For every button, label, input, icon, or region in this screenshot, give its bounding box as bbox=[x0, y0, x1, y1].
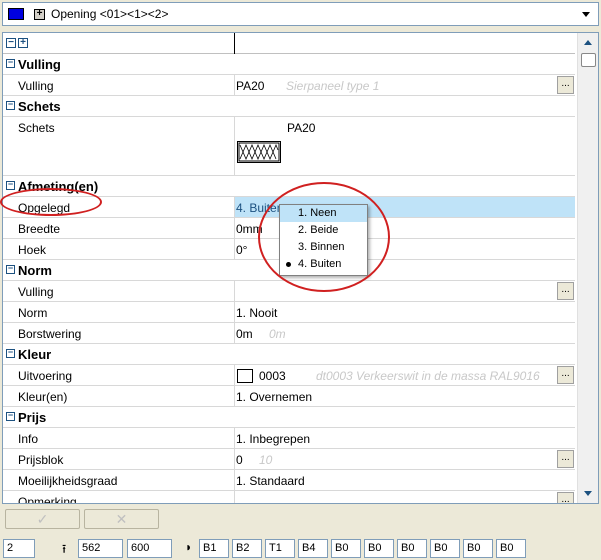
collapse-icon[interactable]: − bbox=[6, 100, 15, 110]
category-vulling[interactable]: − Vulling bbox=[3, 54, 575, 75]
width-field[interactable]: 600 bbox=[127, 539, 172, 558]
ok-button[interactable]: ✓ bbox=[5, 509, 80, 529]
row-hint: 0m bbox=[269, 327, 286, 341]
height-icon: ⭱ bbox=[62, 542, 67, 556]
row-opmerking[interactable]: Opmerking ... bbox=[3, 491, 575, 504]
chevron-down-icon[interactable] bbox=[582, 12, 590, 17]
scroll-down-icon[interactable] bbox=[584, 491, 592, 496]
status-code[interactable]: B4 bbox=[298, 539, 328, 558]
status-field-1[interactable]: 2 bbox=[3, 539, 35, 558]
column-splitter[interactable] bbox=[234, 33, 235, 54]
expand-all-icon[interactable]: + bbox=[18, 38, 28, 48]
row-value[interactable]: 1. Overnemen bbox=[236, 390, 312, 404]
row-uitvoering[interactable]: Uitvoering 0003 dt0003 Verkeerswit in de… bbox=[3, 365, 575, 386]
browse-button[interactable]: ... bbox=[557, 492, 574, 503]
row-borstwering[interactable]: Borstwering 0m 0m bbox=[3, 323, 575, 344]
color-swatch bbox=[237, 369, 253, 383]
row-label: Norm bbox=[18, 306, 48, 320]
collapse-icon[interactable]: − bbox=[6, 58, 15, 68]
scroll-up-icon[interactable] bbox=[584, 40, 592, 45]
category-label: Norm bbox=[18, 263, 52, 278]
row-value[interactable]: 1. Standaard bbox=[236, 474, 305, 488]
row-value[interactable]: PA20 bbox=[236, 79, 264, 93]
row-value: PA20 bbox=[287, 121, 316, 135]
row-vulling[interactable]: Vulling PA20 Sierpaneel type 1 ... bbox=[3, 75, 575, 96]
row-value[interactable]: 0003 bbox=[259, 369, 286, 383]
row-value[interactable]: 1. Inbegrepen bbox=[236, 432, 310, 446]
category-label: Vulling bbox=[18, 57, 61, 72]
row-label: Schets bbox=[18, 121, 55, 135]
row-label: Breedte bbox=[18, 222, 61, 236]
category-label: Schets bbox=[18, 99, 61, 114]
browse-button[interactable]: ... bbox=[557, 282, 574, 300]
row-norm[interactable]: Norm 1. Nooit bbox=[3, 302, 575, 323]
grid-header: − + bbox=[3, 33, 575, 54]
expand-icon[interactable]: + bbox=[34, 9, 45, 20]
row-label: Prijsblok bbox=[18, 453, 64, 467]
status-code[interactable]: B1 bbox=[199, 539, 229, 558]
sketch-preview-image bbox=[237, 141, 281, 163]
row-value[interactable]: 0° bbox=[236, 243, 247, 257]
row-value[interactable]: 0 bbox=[236, 453, 243, 467]
annotation-ring-label bbox=[0, 188, 102, 216]
row-norm-vulling[interactable]: Vulling ... bbox=[3, 281, 575, 302]
color-swatch-icon bbox=[8, 8, 24, 20]
row-label: Hoek bbox=[18, 243, 47, 257]
browse-button[interactable]: ... bbox=[557, 450, 574, 468]
status-code[interactable]: B0 bbox=[331, 539, 361, 558]
status-code[interactable]: B0 bbox=[430, 539, 460, 558]
row-label: Vulling bbox=[18, 79, 54, 93]
collapse-icon[interactable]: − bbox=[6, 411, 15, 421]
row-label: Borstwering bbox=[18, 327, 82, 341]
row-value[interactable]: 1. Nooit bbox=[236, 306, 277, 320]
browse-button[interactable]: ... bbox=[557, 76, 574, 94]
row-hint: dt0003 Verkeerswit in de massa RAL9016 bbox=[316, 369, 540, 383]
collapse-icon[interactable]: − bbox=[6, 264, 15, 274]
status-code[interactable]: B0 bbox=[364, 539, 394, 558]
row-hint: Sierpaneel type 1 bbox=[286, 79, 380, 93]
element-selector-dropdown[interactable]: + Opening <01><1><2> bbox=[2, 2, 599, 26]
row-schets[interactable]: Schets PA20 bbox=[3, 117, 575, 176]
collapse-icon[interactable]: − bbox=[6, 348, 15, 358]
status-code[interactable]: B2 bbox=[232, 539, 262, 558]
status-code[interactable]: B0 bbox=[463, 539, 493, 558]
status-code[interactable]: B0 bbox=[397, 539, 427, 558]
row-value[interactable]: 0m bbox=[236, 327, 253, 341]
row-label: Vulling bbox=[18, 285, 54, 299]
row-info[interactable]: Info 1. Inbegrepen bbox=[3, 428, 575, 449]
status-code[interactable]: B0 bbox=[496, 539, 526, 558]
annotation-ring-popup bbox=[258, 182, 390, 292]
row-kleuren[interactable]: Kleur(en) 1. Overnemen bbox=[3, 386, 575, 407]
row-label: Opmerking bbox=[18, 495, 77, 504]
vertical-scrollbar[interactable] bbox=[577, 33, 598, 503]
shape-icon: ◗ bbox=[185, 540, 193, 554]
row-label: Uitvoering bbox=[18, 369, 73, 383]
row-label: Info bbox=[18, 432, 39, 446]
cancel-button[interactable]: ✕ bbox=[84, 509, 159, 529]
browse-button[interactable]: ... bbox=[557, 366, 574, 384]
selector-title: Opening <01><1><2> bbox=[51, 7, 169, 21]
height-field[interactable]: 562 bbox=[78, 539, 123, 558]
category-label: Kleur bbox=[18, 347, 52, 362]
collapse-icon[interactable]: − bbox=[6, 180, 15, 190]
row-hint: 10 bbox=[259, 453, 273, 467]
row-prijsblok[interactable]: Prijsblok 0 10 ... bbox=[3, 449, 575, 470]
category-label: Prijs bbox=[18, 410, 47, 425]
category-prijs[interactable]: − Prijs bbox=[3, 407, 575, 428]
collapse-all-icon[interactable]: − bbox=[6, 38, 16, 48]
category-kleur[interactable]: − Kleur bbox=[3, 344, 575, 365]
row-label: Kleur(en) bbox=[18, 390, 68, 404]
row-moeilijkheid[interactable]: Moeilijkheidsgraad 1. Standaard bbox=[3, 470, 575, 491]
row-label: Moeilijkheidsgraad bbox=[18, 474, 118, 488]
status-code[interactable]: T1 bbox=[265, 539, 295, 558]
scroll-thumb[interactable] bbox=[581, 53, 596, 67]
category-schets[interactable]: − Schets bbox=[3, 96, 575, 117]
